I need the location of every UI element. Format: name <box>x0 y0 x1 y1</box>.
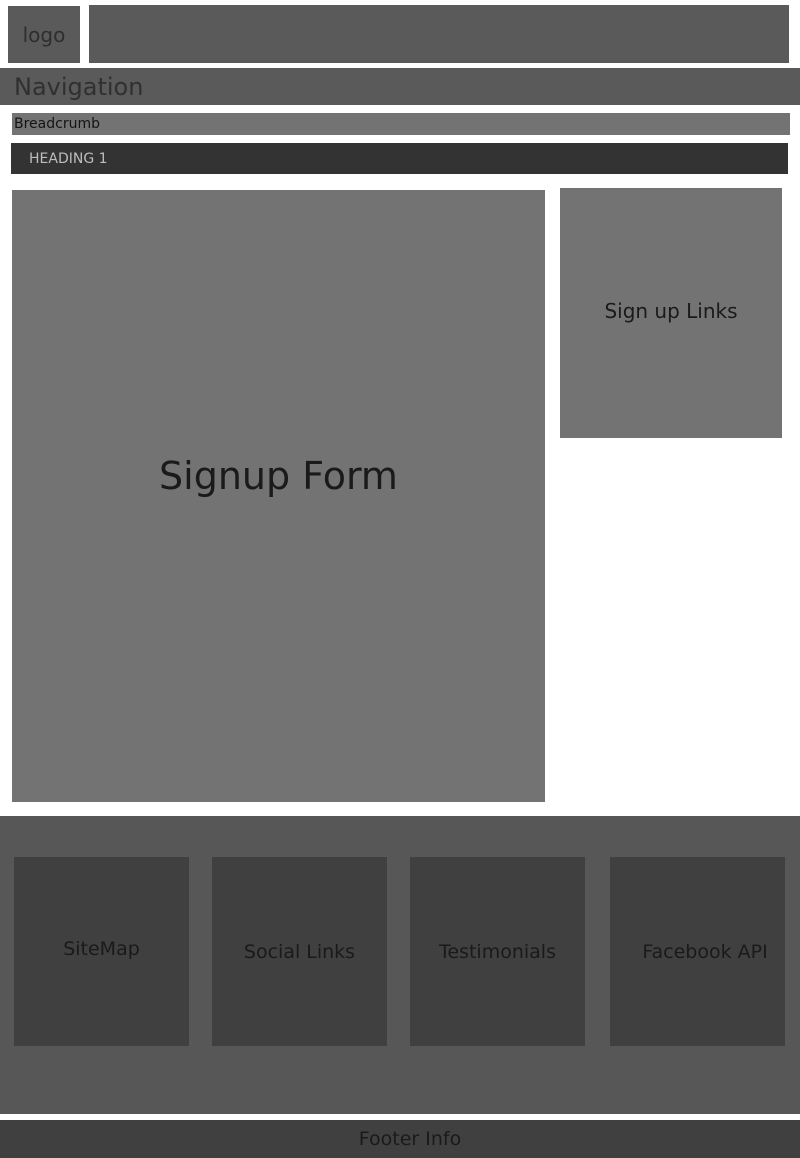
signup-links-panel[interactable]: Sign up Links <box>560 188 782 438</box>
page-heading-text: HEADING 1 <box>29 150 108 167</box>
page-heading: HEADING 1 <box>11 143 788 174</box>
footer-tile-sitemap[interactable]: SiteMap <box>14 857 189 1046</box>
footer-tile-social-links[interactable]: Social Links <box>212 857 387 1046</box>
footer-tile-label: Testimonials <box>439 940 556 963</box>
logo-text: logo <box>22 22 66 47</box>
footer-tile-label: SiteMap <box>63 937 140 960</box>
signup-links-label: Sign up Links <box>604 299 738 323</box>
signup-form[interactable]: Signup Form <box>12 190 545 802</box>
footer-tile-label: Social Links <box>243 940 356 963</box>
footer-info-text: Footer Info <box>358 1128 462 1150</box>
footer-tile-label: Facebook API <box>642 940 768 963</box>
breadcrumb[interactable]: Breadcrumb <box>12 113 790 135</box>
header-banner <box>89 5 789 63</box>
footer-info: Footer Info <box>0 1120 800 1158</box>
navigation-label: Navigation <box>14 72 144 101</box>
footer-tile-facebook-api[interactable]: Facebook API <box>610 857 785 1046</box>
breadcrumb-label: Breadcrumb <box>14 116 100 132</box>
logo[interactable]: logo <box>8 6 80 63</box>
signup-form-label: Signup Form <box>159 454 398 498</box>
navigation-bar[interactable]: Navigation <box>0 68 800 105</box>
footer-tile-testimonials[interactable]: Testimonials <box>410 857 585 1046</box>
